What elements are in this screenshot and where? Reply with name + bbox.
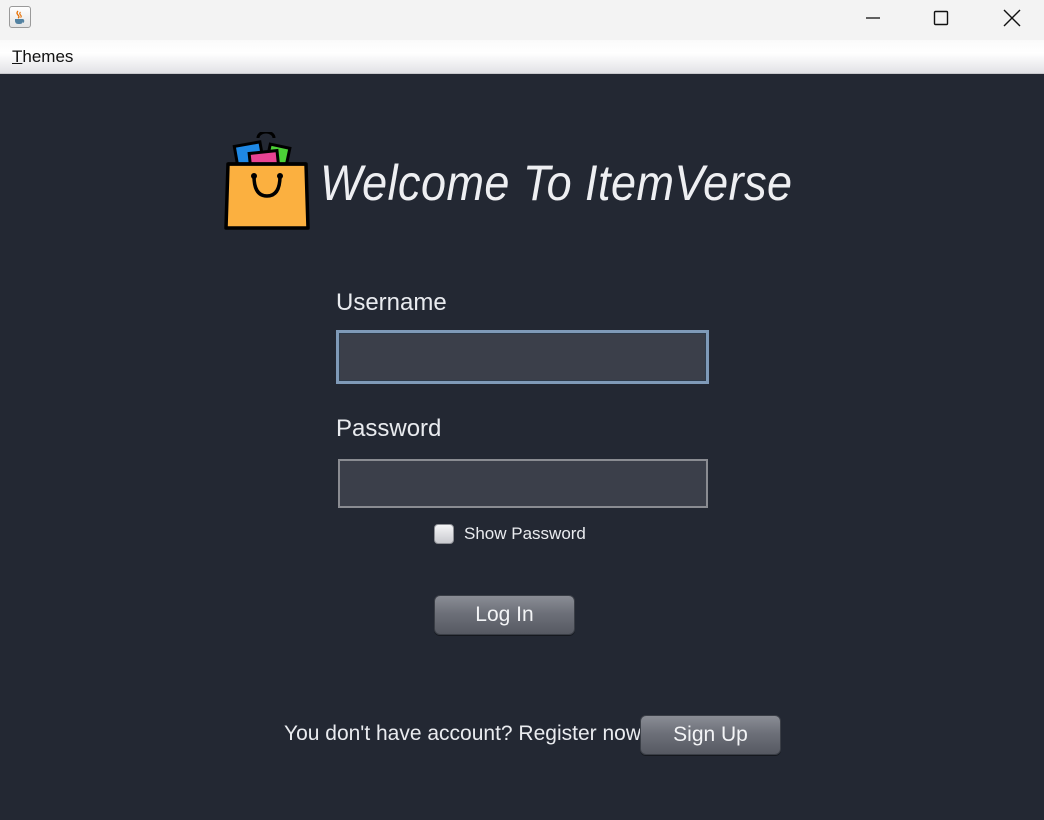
minimize-icon — [866, 17, 880, 19]
welcome-title: Welcome To ItemVerse — [320, 155, 793, 211]
password-field[interactable] — [338, 459, 708, 508]
close-button[interactable] — [977, 0, 1044, 36]
menu-themes-mnemonic: T — [12, 47, 23, 66]
menu-themes[interactable]: Themes — [12, 47, 73, 67]
username-label: Username — [336, 289, 447, 316]
menu-themes-label: hemes — [22, 47, 74, 66]
shopping-bag-icon — [224, 130, 310, 232]
menu-bar: Themes — [0, 40, 1044, 74]
java-coffee-cup-icon[interactable] — [9, 6, 31, 28]
password-label: Password — [336, 415, 442, 442]
minimize-button[interactable] — [838, 0, 908, 36]
login-button[interactable]: Log In — [434, 595, 575, 635]
close-icon — [1003, 9, 1021, 27]
maximize-icon — [933, 10, 949, 26]
show-password-checkbox[interactable] — [434, 524, 454, 544]
signup-button[interactable]: Sign Up — [640, 715, 781, 755]
maximize-button[interactable] — [906, 0, 976, 36]
title-bar[interactable] — [0, 0, 1044, 40]
login-window: Themes Welcome To ItemVerse Username Pas… — [0, 0, 1044, 820]
username-field[interactable] — [336, 330, 709, 384]
show-password-label[interactable]: Show Password — [464, 524, 586, 544]
register-prompt: You don't have account? Register now — [284, 722, 641, 745]
